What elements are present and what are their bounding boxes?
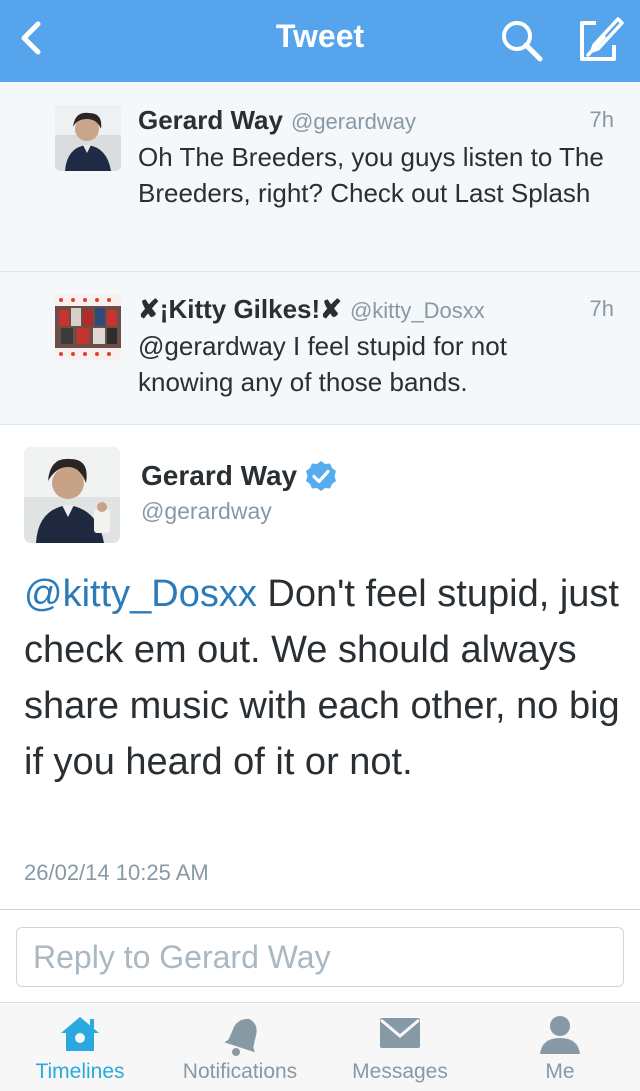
tweet-time: 7h bbox=[589, 296, 614, 321]
reply-input[interactable] bbox=[16, 927, 624, 987]
author-line: Gerard Way @gerardway bbox=[138, 105, 416, 136]
avatar[interactable] bbox=[24, 447, 120, 543]
search-icon[interactable] bbox=[498, 17, 546, 63]
avatar[interactable] bbox=[55, 105, 121, 171]
bottom-tab-bar: Timelines Notifications Messages Me bbox=[0, 1004, 640, 1091]
home-icon bbox=[61, 1017, 99, 1051]
focused-tweet: Gerard Way @gerardway @kitty_Dosxx Don't… bbox=[0, 426, 640, 910]
nav-header: Tweet bbox=[0, 0, 640, 82]
tab-label: Messages bbox=[352, 1060, 448, 1083]
reply-bar bbox=[0, 911, 640, 1003]
tweet-timestamp: 26/02/14 10:25 AM bbox=[24, 860, 209, 885]
tab-me[interactable]: Me bbox=[480, 1004, 640, 1091]
tab-label: Notifications bbox=[182, 1060, 298, 1083]
author-line: Gerard Way bbox=[141, 460, 337, 492]
author-name[interactable]: ✘¡Kitty Gilkes!✘ bbox=[138, 294, 342, 324]
verified-badge-icon bbox=[306, 461, 337, 491]
tweet-detail-screen: Tweet Gerard Way @gerardway 7h Oh The Br… bbox=[0, 0, 640, 1091]
compose-icon[interactable] bbox=[574, 15, 624, 65]
author-name[interactable]: Gerard Way bbox=[141, 460, 297, 492]
author-line: ✘¡Kitty Gilkes!✘ @kitty_Dosxx bbox=[138, 294, 485, 325]
tweet-text: @gerardway I feel stupid for not knowing… bbox=[138, 331, 507, 397]
tweet-text: Oh The Breeders, you guys listen to The … bbox=[138, 142, 604, 208]
author-handle[interactable]: @gerardway bbox=[291, 109, 416, 134]
author-handle[interactable]: @kitty_Dosxx bbox=[350, 298, 485, 323]
envelope-icon bbox=[380, 1018, 420, 1048]
tweet-time: 7h bbox=[589, 107, 614, 132]
mention-link[interactable]: @kitty_Dosxx bbox=[24, 573, 257, 615]
author-name[interactable]: Gerard Way bbox=[138, 105, 283, 135]
conversation-tweet[interactable]: Gerard Way @gerardway 7h Oh The Breeders,… bbox=[0, 83, 640, 272]
tweet-text: @kitty_Dosxx Don't feel stupid, just che… bbox=[24, 566, 624, 790]
bell-icon bbox=[224, 1018, 257, 1056]
avatar[interactable] bbox=[55, 294, 121, 360]
tab-timelines[interactable]: Timelines bbox=[0, 1004, 160, 1091]
person-icon bbox=[540, 1016, 580, 1054]
tab-label: Me bbox=[545, 1060, 575, 1083]
tab-notifications[interactable]: Notifications bbox=[160, 1004, 320, 1091]
tab-label: Timelines bbox=[35, 1060, 125, 1083]
tab-messages[interactable]: Messages bbox=[320, 1004, 480, 1091]
conversation-tweet[interactable]: ✘¡Kitty Gilkes!✘ @kitty_Dosxx 7h @gerardw… bbox=[0, 272, 640, 425]
author-handle[interactable]: @gerardway bbox=[141, 498, 272, 525]
